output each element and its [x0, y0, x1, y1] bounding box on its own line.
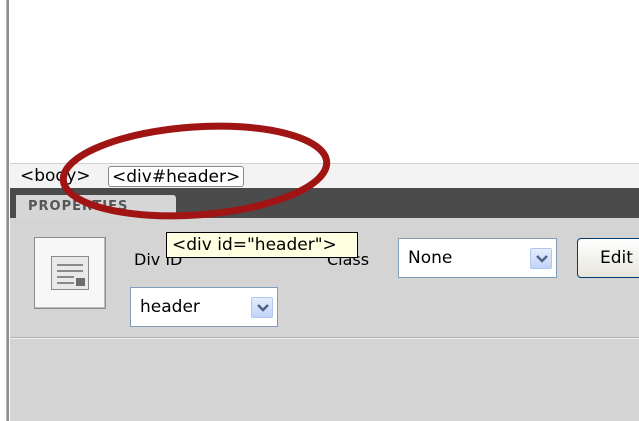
- tag-selector-bar: <body> <div#header>: [10, 163, 639, 188]
- chevron-down-icon[interactable]: [251, 297, 273, 318]
- div-element-icon: [34, 237, 106, 309]
- document-canvas[interactable]: [10, 0, 639, 163]
- class-select[interactable]: None: [398, 238, 557, 278]
- tag-tooltip: <div id="header">: [166, 232, 358, 258]
- div-id-select-value: header: [140, 297, 200, 317]
- icon-line: [57, 276, 74, 278]
- document-icon: [51, 256, 89, 290]
- class-select-value: None: [408, 248, 453, 268]
- icon-corner: [76, 278, 85, 286]
- properties-tab[interactable]: PROPERTIES: [16, 195, 176, 218]
- chevron-down-icon[interactable]: [530, 248, 552, 269]
- div-id-select[interactable]: header: [130, 287, 278, 327]
- properties-panel-header: PROPERTIES: [10, 188, 639, 218]
- edit-button[interactable]: Edit: [577, 238, 639, 278]
- left-border: [6, 0, 9, 421]
- icon-line: [57, 270, 83, 272]
- panel-divider: [10, 337, 639, 339]
- icon-line: [57, 264, 83, 266]
- tag-div-header[interactable]: <div#header>: [108, 166, 245, 187]
- icon-line: [57, 282, 74, 284]
- tag-body[interactable]: <body>: [20, 166, 91, 187]
